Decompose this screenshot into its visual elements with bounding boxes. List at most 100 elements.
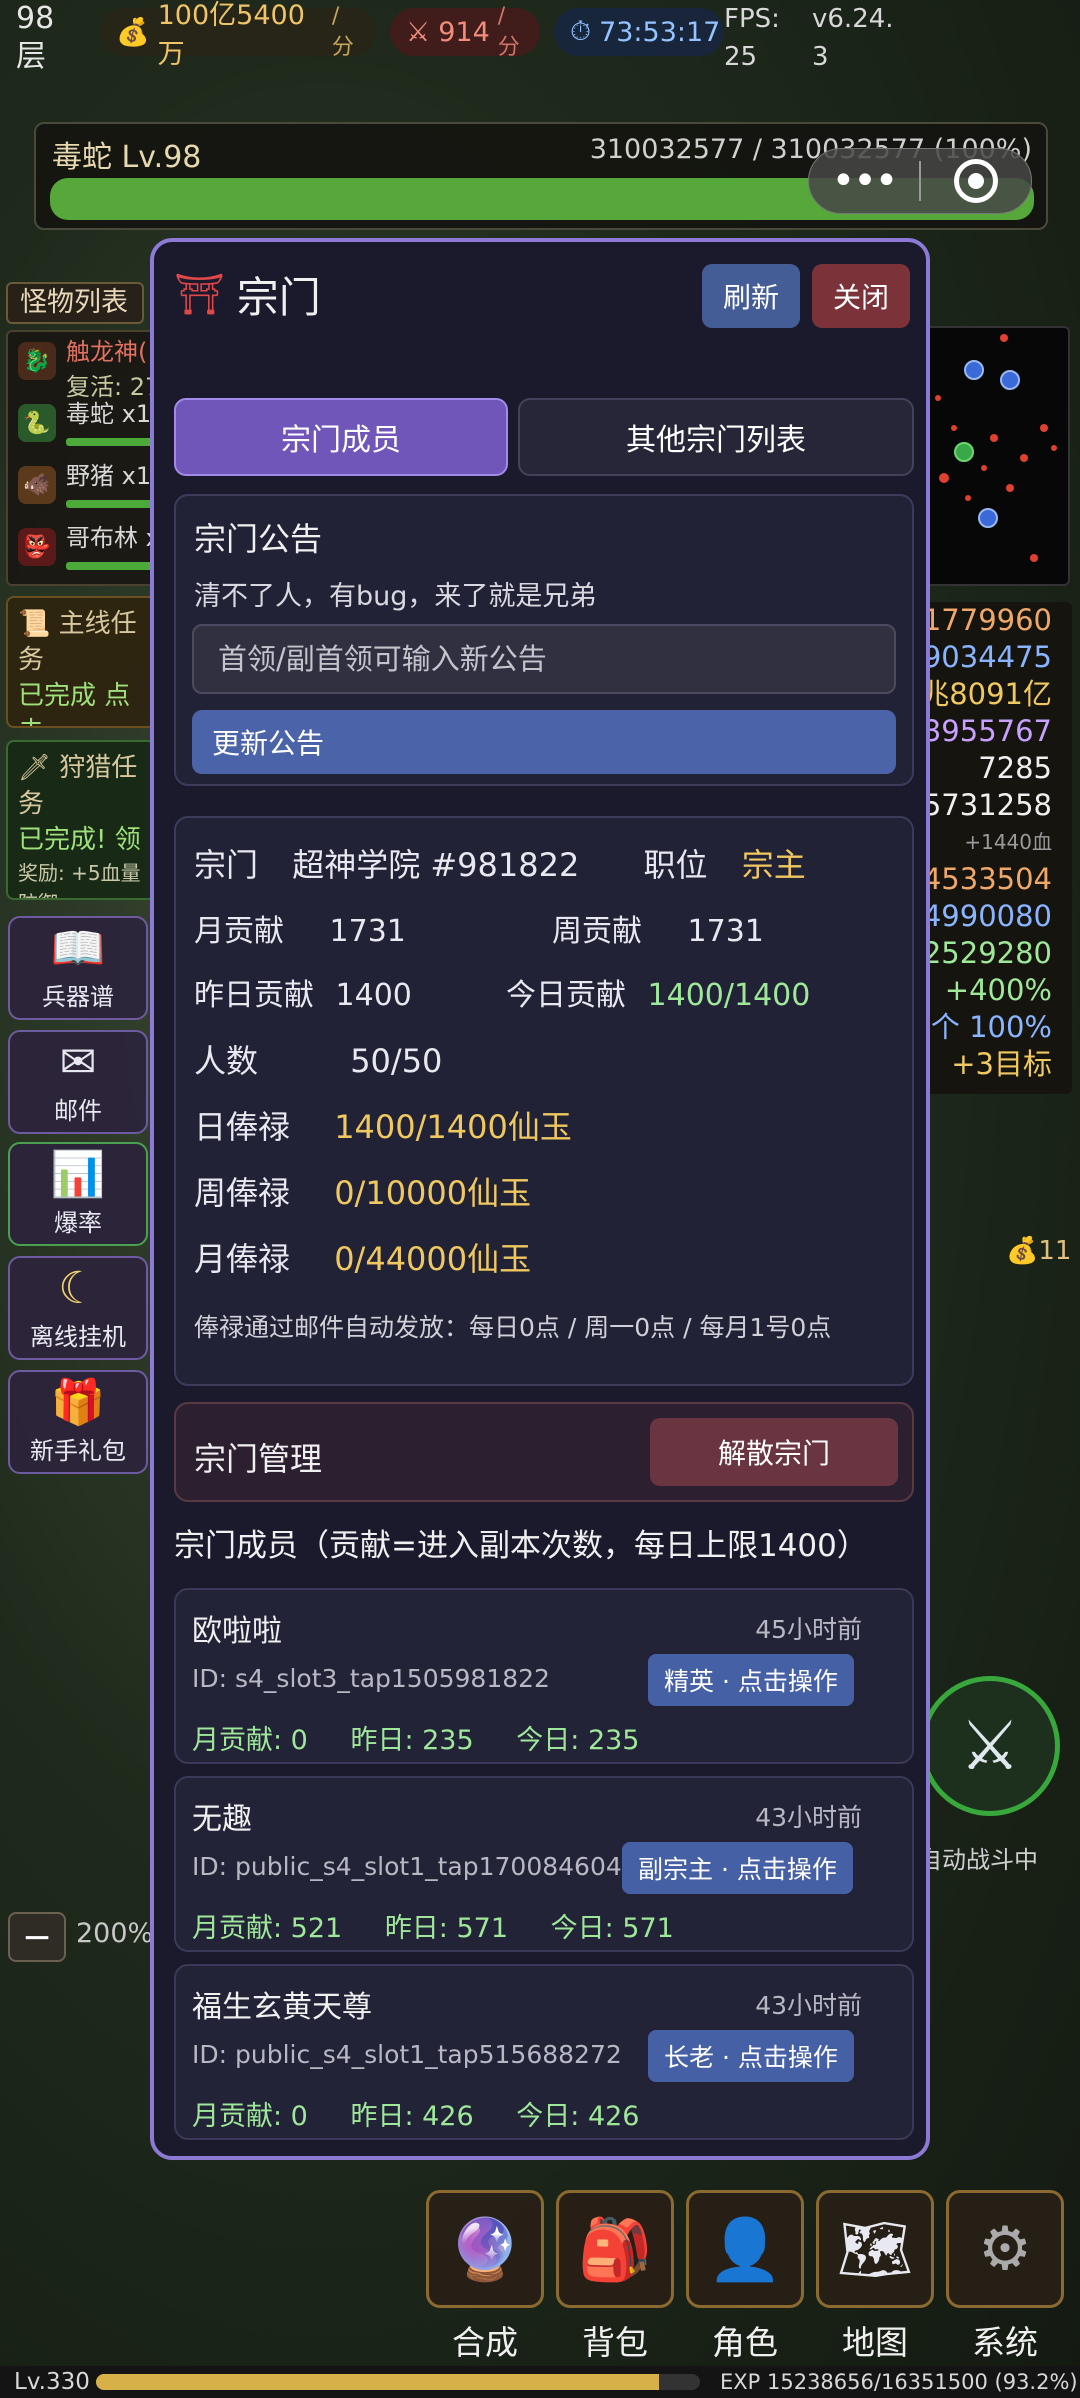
monster-item[interactable]: 👺 哥布林 x — [8, 518, 154, 580]
character-button[interactable]: 👤 — [686, 2190, 804, 2308]
money-bag-icon: 💰 — [1006, 1236, 1039, 1266]
dissolve-sect-button[interactable]: 解散宗门 — [650, 1418, 898, 1486]
member-name: 欧啦啦 — [192, 1614, 282, 1649]
month-contrib-label: 月贡献 — [194, 914, 284, 949]
backpack-icon: 🎒 — [577, 2214, 653, 2285]
member-role-button[interactable]: 精英 · 点击操作 — [648, 1654, 854, 1706]
synthesis-label: 合成 — [452, 2323, 518, 2362]
version-label: v6.24. 3 — [812, 4, 894, 72]
floor-indicator: 98 层 — [16, 1, 55, 74]
snake-icon: 🐍 — [18, 404, 56, 442]
offline-idle-button[interactable]: ☾ 离线挂机 — [8, 1256, 148, 1360]
member-role-button[interactable]: 长老 · 点击操作 — [648, 2030, 854, 2082]
member-count-value: 50/50 — [350, 1042, 443, 1080]
boar-icon: 🐗 — [18, 466, 56, 504]
management-card: 宗门管理 解散宗门 — [174, 1402, 914, 1502]
member-card: 欧啦啦 45小时前 ID: s4_slot3_tap1505981822 精英 … — [174, 1588, 914, 1764]
person-icon: 👤 — [707, 2214, 783, 2285]
gift-icon: 🎁 — [50, 1377, 106, 1428]
player-level: Lv.330 — [14, 2369, 90, 2395]
crossed-swords-icon: ⚔ — [959, 1706, 1021, 1786]
monster-name: 哥布林 x — [66, 524, 156, 552]
member-last-seen: 45小时前 — [755, 1615, 862, 1644]
member-stats: 月贡献: 0 昨日: 426 今日: 426 — [192, 2094, 673, 2133]
fps-counter: FPS: 25 — [724, 4, 780, 72]
stopwatch-icon: ⏱ — [570, 16, 592, 47]
moon-icon: ☾ — [58, 1263, 98, 1314]
monster-item[interactable]: 🐍 毒蛇 x15 — [8, 394, 154, 456]
member-count-row: 人数 50/50 — [194, 1036, 442, 1082]
money-bag-icon: 💰 — [116, 17, 150, 48]
member-name: 福生玄黄天尊 — [192, 1990, 372, 2025]
today-contrib-row: 今日贡献 1400/1400 — [506, 970, 810, 1014]
stat-line: 7285 — [978, 751, 1052, 785]
yesterday-contrib-row: 昨日贡献 1400 — [194, 970, 412, 1014]
book-icon: 📖 — [50, 923, 106, 974]
tab-sect-members[interactable]: 宗门成员 — [174, 398, 508, 476]
battle-rate-value: 914 — [438, 16, 490, 48]
member-name: 无趣 — [192, 1802, 252, 1837]
stat-line: +3目标 — [951, 1047, 1052, 1081]
position-value: 宗主 — [741, 846, 806, 884]
mini-program-capsule: ••• — [808, 148, 1032, 214]
newbie-gift-label: 新手礼包 — [30, 1437, 126, 1465]
close-button[interactable]: 关闭 — [812, 264, 910, 328]
weapon-codex-label: 兵器谱 — [42, 983, 114, 1011]
management-title: 宗门管理 — [194, 1440, 323, 1478]
member-role-button[interactable]: 副宗主 · 点击操作 — [622, 1842, 853, 1894]
member-yesterday: 昨日: 235 — [350, 1725, 474, 1756]
auto-battle-label: 自动战斗中 — [918, 1846, 1038, 1874]
member-last-seen: 43小时前 — [755, 1991, 862, 2020]
zoom-out-button[interactable]: − — [8, 1912, 66, 1962]
gear-icon: ⚙ — [978, 2214, 1032, 2284]
monster-item[interactable]: 🐗 野猪 x14 — [8, 456, 154, 518]
member-count-label: 人数 — [194, 1042, 259, 1080]
tab-other-sects[interactable]: 其他宗门列表 — [518, 398, 914, 476]
update-announcement-button[interactable]: 更新公告 — [192, 710, 896, 774]
main-task-title: 📜 主线任务 — [18, 609, 137, 675]
hunt-task-extra: 防御 — [18, 888, 144, 898]
main-task-status: 已完成 点击 — [18, 681, 131, 726]
sect-row: 宗门 超神学院 #981822 职位 宗主 — [194, 840, 806, 886]
month-contrib-row: 月贡献 1731 — [194, 906, 406, 950]
week-contrib-label: 周贡献 — [552, 914, 642, 949]
sect-name: 超神学院 #981822 — [292, 846, 580, 884]
yesterday-contrib-value: 1400 — [335, 978, 412, 1013]
mail-button[interactable]: ✉ 邮件 — [8, 1030, 148, 1134]
more-dots-icon[interactable]: ••• — [809, 158, 919, 204]
main-task-card[interactable]: 📜 主线任务 已完成 点击 层 — [6, 596, 156, 728]
refresh-button[interactable]: 刷新 — [702, 264, 800, 328]
minimap[interactable] — [922, 326, 1070, 586]
stat-line: +1440血 — [964, 830, 1052, 854]
weapon-codex-button[interactable]: 📖 兵器谱 — [8, 916, 148, 1020]
system-button[interactable]: ⚙ — [946, 2190, 1064, 2308]
torii-gate-icon: ⛩ — [174, 272, 225, 318]
monster-list-title[interactable]: 怪物列表 — [6, 282, 144, 324]
drop-rate-button[interactable]: 📊 爆率 — [8, 1142, 148, 1246]
gold-rate-pill: 💰 100亿5400万 /分 — [100, 0, 376, 70]
synthesis-button[interactable]: 🔮 — [426, 2190, 544, 2308]
auto-battle-button[interactable]: ⚔ — [920, 1676, 1060, 1816]
stat-line: 4533504 — [922, 862, 1052, 896]
backpack-button[interactable]: 🎒 — [556, 2190, 674, 2308]
map-button[interactable]: 🗺 — [816, 2190, 934, 2308]
dagger-icon: 🗡 — [18, 753, 52, 783]
weekly-salary-value: 0/10000仙玉 — [334, 1174, 532, 1212]
announcement-input[interactable] — [192, 624, 896, 694]
newbie-gift-button[interactable]: 🎁 新手礼包 — [8, 1370, 148, 1474]
dragon-icon: 🐉 — [18, 342, 56, 380]
hunt-task-card[interactable]: 🗡 狩猎任务 已完成! 领 奖励: +5血量 防御 — [6, 740, 156, 900]
monster-item[interactable]: 🐉 触龙神( 复活: 27 — [8, 332, 154, 401]
gold-rate-value: 100亿5400万 — [157, 0, 305, 70]
week-contrib-row: 周贡献 1731 — [552, 906, 764, 950]
member-last-seen: 43小时前 — [755, 1803, 862, 1832]
map-icon: 🗺 — [836, 2214, 914, 2285]
exp-text: EXP 15238656/16351500 (93.2%) — [720, 2370, 1078, 2394]
today-contrib-value: 1400/1400 — [647, 978, 811, 1013]
monthly-salary-value: 0/44000仙玉 — [334, 1240, 532, 1278]
stat-line: 9034475 — [922, 640, 1052, 674]
stat-line: 1779960 — [922, 603, 1052, 637]
record-icon[interactable] — [921, 159, 1031, 203]
member-card: 福生玄黄天尊 43小时前 ID: public_s4_slot1_tap5156… — [174, 1964, 914, 2140]
weekly-salary-label: 周俸禄 — [194, 1174, 291, 1212]
